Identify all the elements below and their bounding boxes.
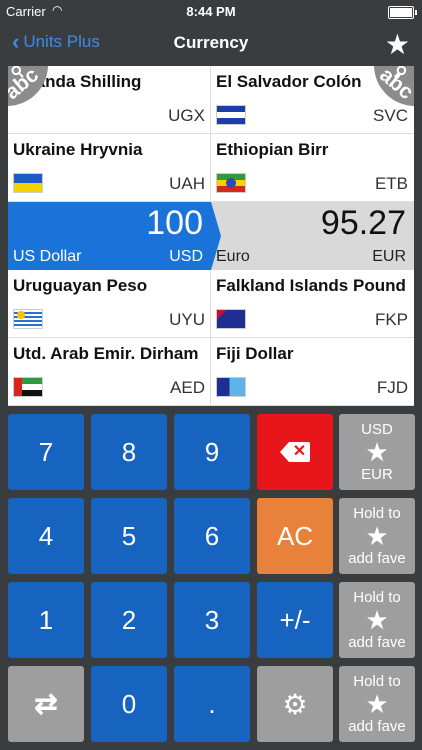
- swap-arrows-icon: ⇄: [34, 688, 58, 719]
- fave-slot-4-button[interactable]: Hold to ★ add fave: [339, 666, 415, 742]
- column-divider: [210, 66, 211, 202]
- currency-name: Utd. Arab Emir. Dirham: [13, 344, 199, 363]
- fave-top-label: Hold to: [353, 589, 401, 606]
- star-icon: ★: [365, 605, 389, 635]
- star-icon: ★: [365, 689, 389, 719]
- to-amount: 95.27: [320, 204, 406, 242]
- to-currency-name: Euro: [216, 248, 250, 265]
- plus-minus-button[interactable]: +/-: [257, 582, 333, 658]
- currency-name: Falkland Islands Pound: [216, 276, 406, 295]
- flag-fiji-icon: [216, 377, 246, 397]
- column-divider: [210, 270, 211, 406]
- backspace-icon: ✕: [280, 442, 310, 462]
- from-currency-cell[interactable]: 100 US Dollar USD: [8, 202, 211, 270]
- key-7[interactable]: 7: [8, 414, 84, 490]
- currency-code: ETB: [374, 174, 408, 193]
- currency-cell-fjd[interactable]: Fiji Dollar FJD: [211, 338, 414, 406]
- key-2[interactable]: 2: [91, 582, 167, 658]
- currency-code: AED: [170, 378, 205, 397]
- from-amount: 100: [146, 204, 203, 242]
- key-3[interactable]: 3: [174, 582, 250, 658]
- currency-cell-uyu[interactable]: Uruguayan Peso UYU: [8, 270, 211, 338]
- status-time: 8:44 PM: [186, 4, 236, 19]
- from-currency-code: USD: [169, 248, 203, 265]
- currency-name: El Salvador Colón: [216, 72, 362, 91]
- fave-bottom-label: EUR: [361, 466, 393, 483]
- flag-ethiopia-icon: [216, 173, 246, 193]
- fave-bottom-label: add fave: [348, 718, 406, 735]
- currency-list[interactable]: Uganda Shilling UGX El Salvador Colón SV…: [8, 66, 414, 406]
- flag-ukraine-icon: [13, 173, 43, 193]
- fave-top-label: Hold to: [353, 673, 401, 690]
- swap-button[interactable]: ⇄: [8, 666, 84, 742]
- nav-bar: ‹ Units Plus Currency ★: [0, 24, 422, 64]
- currency-code: UYU: [169, 310, 205, 329]
- currency-name: Fiji Dollar: [216, 344, 294, 363]
- page-title: Currency: [173, 33, 249, 52]
- fave-bottom-label: add fave: [348, 634, 406, 651]
- fave-bottom-label: add fave: [348, 550, 406, 567]
- fave-top-label: USD: [361, 421, 393, 438]
- flag-el-salvador-icon: [216, 105, 246, 125]
- battery-icon: [388, 6, 417, 19]
- star-icon: ★: [365, 437, 389, 467]
- flag-uruguay-icon: [13, 309, 43, 329]
- settings-button[interactable]: ⚙: [257, 666, 333, 742]
- key-0[interactable]: 0: [91, 666, 167, 742]
- fave-top-label: Hold to: [353, 505, 401, 522]
- fave-slot-3-button[interactable]: Hold to ★ add fave: [339, 582, 415, 658]
- clear-all-button[interactable]: AC: [257, 498, 333, 574]
- key-8[interactable]: 8: [91, 414, 167, 490]
- flag-uae-icon: [13, 377, 43, 397]
- currency-code: SVC: [373, 106, 408, 125]
- currency-cell-aed[interactable]: Utd. Arab Emir. Dirham AED: [8, 338, 211, 406]
- currency-code: UGX: [168, 106, 205, 125]
- key-6[interactable]: 6: [174, 498, 250, 574]
- star-icon: ★: [365, 521, 389, 551]
- conversion-arrow-icon: [211, 202, 221, 270]
- key-1[interactable]: 1: [8, 582, 84, 658]
- fave-slot-2-button[interactable]: Hold to ★ add fave: [339, 498, 415, 574]
- key-9[interactable]: 9: [174, 414, 250, 490]
- currency-code: FKP: [374, 310, 408, 329]
- decimal-point-button[interactable]: .: [174, 666, 250, 742]
- currency-name: Ethiopian Birr: [216, 140, 329, 159]
- currency-cell-etb[interactable]: Ethiopian Birr ETB: [211, 134, 414, 202]
- to-currency-code: EUR: [372, 248, 406, 265]
- currency-name: Uruguayan Peso: [13, 276, 148, 295]
- fave-slot-1-button[interactable]: USD ★ EUR: [339, 414, 415, 490]
- currency-cell-uah[interactable]: Ukraine Hryvnia UAH: [8, 134, 211, 202]
- key-4[interactable]: 4: [8, 498, 84, 574]
- key-5[interactable]: 5: [91, 498, 167, 574]
- favorite-star-button[interactable]: ★: [385, 28, 410, 61]
- gear-icon: ⚙: [282, 688, 308, 720]
- status-bar: Carrier ◠ 8:44 PM: [0, 0, 422, 24]
- keypad: 7 8 9 ✕ USD ★ EUR 4 5 6 AC Hold to ★ add…: [0, 406, 422, 750]
- to-currency-cell[interactable]: 95.27 Euro EUR: [211, 202, 414, 270]
- currency-code: FJD: [376, 378, 408, 397]
- from-currency-name: US Dollar: [13, 248, 82, 265]
- flag-falkland-islands-icon: [216, 309, 246, 329]
- currency-cell-fkp[interactable]: Falkland Islands Pound FKP: [211, 270, 414, 338]
- currency-code: UAH: [169, 174, 205, 193]
- currency-name: Ukraine Hryvnia: [13, 140, 143, 159]
- backspace-button[interactable]: ✕: [257, 414, 333, 490]
